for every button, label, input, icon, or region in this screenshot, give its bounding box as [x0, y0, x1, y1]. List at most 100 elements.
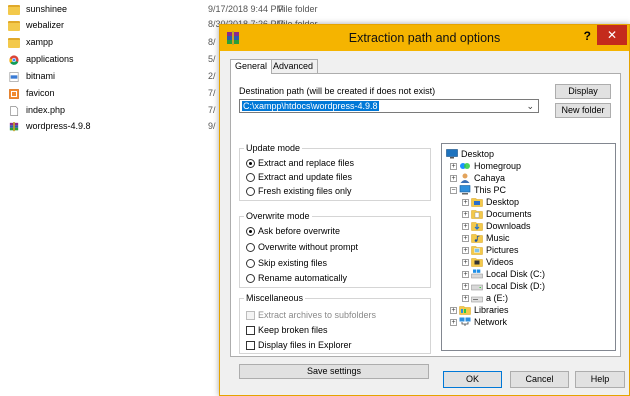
expand-icon[interactable]: +	[450, 306, 457, 314]
tree-node-downloads[interactable]: + Downloads	[462, 220, 531, 232]
file-row-wordpress[interactable]: wordpress-4.9.8	[0, 119, 226, 135]
tree-node-pictures[interactable]: + Pictures	[462, 244, 519, 256]
file-row-applications[interactable]: applications	[0, 52, 226, 68]
overwrite-mode-title: Overwrite mode	[244, 211, 312, 221]
checkbox-indicator[interactable]	[246, 325, 255, 335]
tree-label: Pictures	[486, 245, 519, 255]
cancel-button[interactable]: Cancel	[510, 371, 569, 388]
file-name: favicon	[26, 88, 55, 98]
radio-indicator[interactable]	[246, 172, 255, 182]
expand-icon[interactable]: +	[462, 294, 469, 302]
file-date: 2/	[208, 71, 216, 81]
expand-icon[interactable]: +	[462, 258, 469, 266]
checkbox-keep-broken-files[interactable]: Keep broken files	[246, 324, 328, 336]
expand-icon[interactable]: +	[462, 210, 469, 218]
tree-node-music[interactable]: + Music	[462, 232, 510, 244]
close-button[interactable]: ✕	[597, 25, 627, 45]
tree-node-drive-e[interactable]: + a (E:)	[462, 292, 508, 304]
file-date: 9/	[208, 121, 216, 131]
radio-fresh-existing[interactable]: Fresh existing files only	[246, 185, 352, 197]
help-button[interactable]: Help	[575, 371, 625, 388]
file-row-xampp[interactable]: xampp	[0, 35, 226, 51]
tree-label: Libraries	[474, 305, 509, 315]
tree-node-network[interactable]: + Network	[450, 316, 507, 328]
display-button[interactable]: Display	[555, 84, 611, 99]
network-icon	[459, 317, 471, 326]
expand-icon[interactable]: +	[462, 270, 469, 278]
radio-indicator[interactable]	[246, 273, 255, 283]
save-settings-button[interactable]: Save settings	[239, 364, 429, 379]
radio-extract-update[interactable]: Extract and update files	[246, 171, 352, 183]
tree-label: Homegroup	[474, 161, 522, 171]
tree-label: a (E:)	[486, 293, 509, 303]
expand-icon[interactable]: +	[462, 234, 469, 242]
tab-general[interactable]: General	[230, 59, 273, 74]
winrar-archive-icon	[9, 122, 19, 132]
tree-node-local-disk-c[interactable]: + Local Disk (C:)	[462, 268, 545, 280]
file-row-sunshinee[interactable]: sunshinee	[0, 2, 226, 18]
tab-advanced[interactable]: Advanced	[268, 59, 319, 73]
file-date: 5/	[208, 54, 216, 64]
option-label: Extract and replace files	[258, 158, 355, 168]
radio-extract-replace[interactable]: Extract and replace files	[246, 157, 354, 169]
libraries-icon	[459, 306, 471, 315]
tree-node-videos[interactable]: + Videos	[462, 256, 513, 268]
radio-ask-before-overwrite[interactable]: Ask before overwrite	[246, 225, 340, 237]
tree-node-desktop-root[interactable]: Desktop	[446, 148, 494, 160]
overwrite-mode-group: Overwrite mode Ask before overwrite Over…	[239, 211, 431, 288]
expand-icon[interactable]: +	[462, 246, 469, 254]
checkbox-display-in-explorer[interactable]: Display files in Explorer	[246, 339, 352, 351]
radio-overwrite-without-prompt[interactable]: Overwrite without prompt	[246, 241, 358, 253]
folder-tree[interactable]: Desktop + Homegroup + Cahaya − This PC +…	[441, 143, 616, 351]
folder-icon	[8, 38, 20, 48]
expand-icon[interactable]: +	[450, 174, 457, 182]
file-name: sunshinee	[26, 4, 68, 14]
expand-icon[interactable]: +	[450, 162, 457, 170]
help-icon[interactable]: ?	[584, 29, 591, 43]
destination-path-combo[interactable]: C:\xampp\htdocs\wordpress-4.9.8 ⌄	[239, 99, 539, 113]
ok-button[interactable]: OK	[443, 371, 502, 388]
chevron-down-icon[interactable]: ⌄	[526, 101, 534, 112]
tree-node-cahaya[interactable]: + Cahaya	[450, 172, 505, 184]
file-row-bitnami[interactable]: bitnami	[0, 69, 226, 85]
tree-node-this-pc[interactable]: − This PC	[450, 184, 506, 196]
radio-indicator[interactable]	[246, 186, 255, 196]
checkbox-indicator	[246, 310, 255, 320]
checkbox-indicator[interactable]	[246, 340, 255, 350]
expand-icon[interactable]: +	[462, 282, 469, 290]
file-row-index-php[interactable]: index.php	[0, 103, 226, 119]
file-date: 8/	[208, 37, 216, 47]
new-folder-button[interactable]: New folder	[555, 103, 611, 118]
pictures-icon	[471, 246, 483, 255]
radio-indicator[interactable]	[246, 242, 255, 252]
radio-indicator[interactable]	[246, 158, 255, 168]
radio-indicator[interactable]	[246, 258, 255, 268]
expand-icon[interactable]: +	[462, 198, 469, 206]
option-label: Display files in Explorer	[258, 340, 352, 350]
expand-icon[interactable]: +	[450, 318, 457, 326]
dialog-titlebar[interactable]: Extraction path and options ? ✕	[220, 25, 629, 51]
collapse-icon[interactable]: −	[450, 186, 457, 194]
tree-node-libraries[interactable]: + Libraries	[450, 304, 509, 316]
tree-node-documents[interactable]: + Documents	[462, 208, 532, 220]
tree-label: Cahaya	[474, 173, 506, 183]
general-panel: Destination path (will be created if doe…	[230, 73, 621, 379]
file-row-favicon[interactable]: favicon	[0, 86, 226, 102]
file-row-webalizer[interactable]: webalizer	[0, 18, 226, 34]
miscellaneous-group: Miscellaneous Extract archives to subfol…	[239, 293, 431, 354]
radio-indicator[interactable]	[246, 226, 255, 236]
expand-icon[interactable]: +	[462, 222, 469, 230]
tree-node-desktop[interactable]: + Desktop	[462, 196, 519, 208]
file-icon	[10, 106, 19, 116]
option-label: Rename automatically	[258, 273, 348, 283]
file-date: 7/	[208, 88, 216, 98]
tree-label: Downloads	[486, 221, 531, 231]
windows-drive-icon	[471, 269, 483, 279]
tree-node-local-disk-d[interactable]: + Local Disk (D:)	[462, 280, 545, 292]
option-label: Fresh existing files only	[258, 186, 352, 196]
tree-node-homegroup[interactable]: + Homegroup	[450, 160, 521, 172]
radio-skip-existing[interactable]: Skip existing files	[246, 257, 327, 269]
update-mode-title: Update mode	[244, 143, 303, 153]
documents-icon	[471, 210, 483, 219]
radio-rename-automatically[interactable]: Rename automatically	[246, 272, 347, 284]
